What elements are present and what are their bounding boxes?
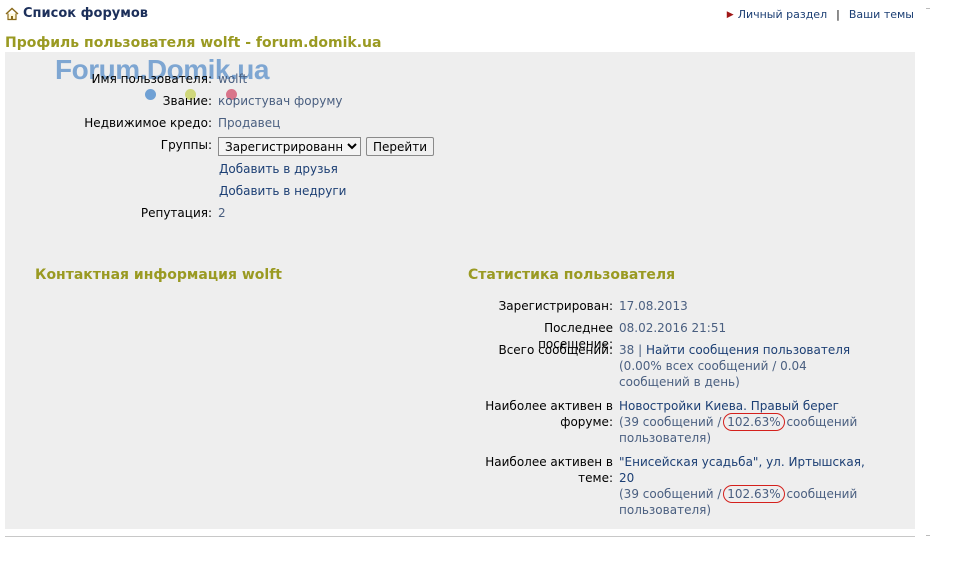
your-topics-link[interactable]: Ваши темы [849,8,914,21]
username-label: Имя пользователя: [91,72,212,86]
total-posts-label: Всего сообщений: [498,343,613,357]
active-topic-link[interactable]: "Енисейская усадьба", ул. Иртышская, 20 [619,455,865,485]
profile-panel: Forum.Domik.ua Имя пользователя: wolft З… [5,52,915,529]
add-friend-link[interactable]: Добавить в друзья [219,161,338,177]
active-topic-label-line1: Наиболее активен в [485,455,613,469]
credo-label: Недвижимое кредо: [84,116,212,130]
top-links: ▶ Личный раздел | Ваши темы [727,8,914,21]
active-topic-row: Наиболее активен в теме: "Енисейская уса… [473,454,869,518]
active-topic-value-block: "Енисейская усадьба", ул. Иртышская, 20 … [619,454,869,518]
credo-value: Продавец [218,116,281,130]
rank-row: Звание: користувач форуму [5,93,343,109]
active-forum-suffix: сообщений [782,415,858,429]
active-topic-suffix: сообщений [782,487,858,501]
active-topic-suffix-2: пользователя) [619,503,712,517]
active-forum-link[interactable]: Новостройки Киева. Правый берег [619,399,839,413]
add-foe-row: Добавить в недруги [219,183,346,199]
groups-select[interactable]: Зарегистрированные [218,137,361,156]
registered-value: 17.08.2013 [619,299,688,313]
top-bar: Список форумов ▶ Личный раздел | Ваши те… [0,0,930,28]
credo-row: Недвижимое кредо: Продавец [5,115,280,131]
go-button[interactable]: Перейти [366,137,434,156]
arrow-right-icon: ▶ [726,9,734,20]
forum-index-link[interactable]: Список форумов [5,6,148,21]
active-forum-suffix-2: пользователя) [619,431,712,445]
total-posts-count: 38 [619,343,635,357]
active-forum-row: Наиболее активен в форуме: Новостройки К… [473,398,869,446]
reputation-value: 2 [218,206,226,220]
contact-title: Контактная информация wolft [35,267,282,283]
find-posts-link[interactable]: Найти сообщения пользователя [646,343,850,357]
forum-index-label: Список форумов [23,6,149,21]
edge-mark-bottom [926,535,930,536]
active-topic-label: Наиболее активен в теме: [473,454,619,518]
page-title: Профиль пользователя wolft - forum.domik… [5,35,382,51]
active-forum-percent-annotated: 102.63% [723,413,785,431]
add-friend-row: Добавить в друзья [219,161,338,177]
total-posts-value-block: 38 | Найти сообщения пользователя (0.00%… [619,342,869,390]
active-forum-count: (39 сообщений / [619,415,726,429]
personal-section-link[interactable]: Личный раздел [738,8,827,21]
total-posts-separator: | [634,343,646,357]
reputation-label: Репутация: [140,206,212,220]
username-value: wolft [218,72,248,86]
total-posts-row: Всего сообщений: 38 | Найти сообщения по… [473,342,869,390]
registered-label: Зарегистрирован: [498,299,613,313]
reputation-row: Репутация: 2 [5,205,226,221]
active-topic-percent-annotated: 102.63% [723,485,785,503]
rank-label: Звание: [162,94,212,108]
active-forum-label-line1: Наиболее активен в [485,399,613,413]
footer-divider [5,536,915,537]
links-separator: | [836,8,840,21]
registered-row: Зарегистрирован: 17.08.2013 [473,298,688,314]
groups-row: Группы: Зарегистрированные Перейти [5,137,434,156]
active-topic-label-line2: теме: [578,471,613,485]
groups-label: Группы: [160,138,212,152]
stats-title: Статистика пользователя [468,267,676,283]
rank-value: користувач форуму [218,94,343,108]
add-foe-link[interactable]: Добавить в недруги [219,183,346,199]
home-icon [5,7,19,20]
active-forum-value-block: Новостройки Киева. Правый берег (39 сооб… [619,398,869,446]
active-topic-count: (39 сообщений / [619,487,726,501]
active-forum-label: Наиболее активен в форуме: [473,398,619,446]
username-row: Имя пользователя: wolft [5,71,248,87]
total-posts-detail: (0.00% всех сообщений / 0.04 сообщений в… [619,359,807,389]
active-forum-label-line2: форуме: [560,415,613,429]
edge-mark-top [926,8,930,9]
